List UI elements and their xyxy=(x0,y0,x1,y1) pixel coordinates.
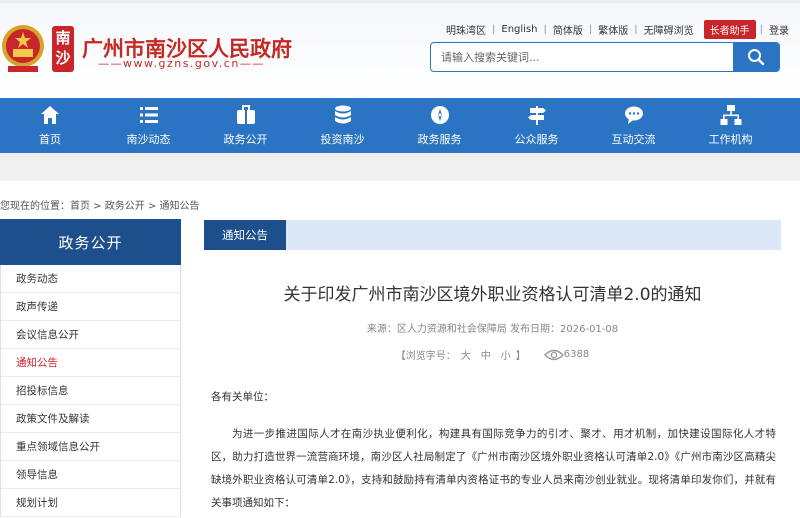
signpost-icon xyxy=(527,106,546,125)
site-url: ——www.gzns.gov.cn—— xyxy=(98,57,265,70)
font-size-small-button[interactable]: 小 xyxy=(501,347,511,362)
font-size-medium-button[interactable]: 中 xyxy=(481,347,491,362)
home-icon xyxy=(41,106,59,124)
article-meta: 来源：区人力资源和社会保障局 发布日期：2026-01-08 xyxy=(366,324,619,335)
nav-label: 工作机构 xyxy=(708,133,753,146)
database-icon xyxy=(334,105,351,124)
nav-nansha-news[interactable]: 南沙动态 xyxy=(100,98,197,153)
article-tools: 【浏览字号： 大 中 小 】 6388 xyxy=(204,347,781,362)
list-icon xyxy=(139,107,158,123)
compass-icon xyxy=(430,106,449,124)
nav-interaction[interactable]: 互动交流 xyxy=(585,98,682,153)
breadcrumb[interactable]: 您现在的位置：首页 > 政务公开 > 通知公告 xyxy=(0,197,199,212)
sidebar-item-policy-voice[interactable]: 政声传递 xyxy=(1,293,180,321)
national-emblem-icon[interactable] xyxy=(0,22,46,76)
link-traditional[interactable]: 繁体版 xyxy=(592,22,634,37)
sidebar-list: 政务动态 政声传递 会议信息公开 通知公告 招投标信息 政策文件及解读 重点领域… xyxy=(0,265,181,517)
nav-public-services[interactable]: 公众服务 xyxy=(488,98,585,153)
sidebar-title: 政务公开 xyxy=(0,219,181,265)
nav-gov-affairs[interactable]: 政务公开 xyxy=(197,98,294,153)
article-paragraph: 为进一步推进国际人才在南沙执业便利化，构建具有国际竞争力的引才、聚才、用才机制，… xyxy=(211,428,776,509)
sidebar-item-gov-news[interactable]: 政务动态 xyxy=(1,265,180,293)
top-links: 明珠湾区 | English | 简体版 | 繁体版 | 无障碍浏览 长者助手 … xyxy=(440,19,795,39)
link-mingzhu-bay[interactable]: 明珠湾区 xyxy=(440,22,492,37)
article-salutation: 各有关单位： xyxy=(211,391,274,403)
view-count-value: 6388 xyxy=(563,349,590,360)
link-simplified[interactable]: 简体版 xyxy=(547,22,589,37)
font-size-close: 】 xyxy=(515,351,526,362)
search-button[interactable] xyxy=(733,43,779,71)
search-box xyxy=(430,42,780,72)
main-nav: 首页 南沙动态 政务公开 投资南沙 政务服务 公众服务 互动交流 工作机构 xyxy=(0,98,800,153)
sidebar-item-plans[interactable]: 规划计划 xyxy=(1,489,180,517)
sidebar-item-meetings[interactable]: 会议信息公开 xyxy=(1,321,180,349)
content-tabbar: 通知公告 xyxy=(204,220,781,250)
nansha-seal-logo: 南沙 xyxy=(52,26,74,72)
briefcase-icon xyxy=(236,105,255,124)
link-english[interactable]: English xyxy=(495,24,543,35)
sidebar-item-leaders[interactable]: 领导信息 xyxy=(1,461,180,489)
font-size-large-button[interactable]: 大 xyxy=(461,347,471,362)
sidebar-item-bidding[interactable]: 招投标信息 xyxy=(1,377,180,405)
nav-label: 政务公开 xyxy=(223,133,268,146)
sidebar-item-key-areas[interactable]: 重点领域信息公开 xyxy=(1,433,180,461)
font-size-label: 【浏览字号： xyxy=(395,351,456,362)
search-input[interactable] xyxy=(431,43,733,71)
nav-label: 政务服务 xyxy=(417,133,462,146)
nav-agencies[interactable]: 工作机构 xyxy=(682,98,779,153)
top-line xyxy=(0,0,800,3)
nav-label: 公众服务 xyxy=(514,133,559,146)
sidebar-item-policy-docs[interactable]: 政策文件及解读 xyxy=(1,405,180,433)
nav-label: 投资南沙 xyxy=(320,133,365,146)
sidebar-item-notices[interactable]: 通知公告 xyxy=(1,349,180,377)
tab-notices[interactable]: 通知公告 xyxy=(204,220,286,250)
nav-invest[interactable]: 投资南沙 xyxy=(294,98,391,153)
view-count: 6388 xyxy=(543,349,590,361)
org-chart-icon xyxy=(720,105,741,125)
search-icon xyxy=(748,49,765,66)
nav-label: 互动交流 xyxy=(611,133,656,146)
eye-icon xyxy=(543,349,564,360)
sidebar: 政务公开 政务动态 政声传递 会议信息公开 通知公告 招投标信息 政策文件及解读… xyxy=(0,219,181,518)
site-header: 南沙 广州市南沙区人民政府 ——www.gzns.gov.cn—— 明珠湾区 |… xyxy=(0,0,800,98)
gray-band xyxy=(0,153,800,181)
nav-label: 首页 xyxy=(39,133,61,146)
nav-home[interactable]: 首页 xyxy=(0,98,100,153)
nav-gov-services[interactable]: 政务服务 xyxy=(391,98,488,153)
article-body: 各有关单位： 为进一步推进国际人才在南沙执业便利化，构建具有国际竞争力的引才、聚… xyxy=(211,386,776,515)
nav-label: 南沙动态 xyxy=(126,133,171,146)
link-accessibility[interactable]: 无障碍浏览 xyxy=(638,22,700,37)
chat-icon xyxy=(624,106,643,124)
article-title: 关于印发广州市南沙区境外职业资格认可清单2.0的通知 xyxy=(283,285,702,305)
link-login[interactable]: 登录 xyxy=(763,22,795,37)
elder-assistant-button[interactable]: 长者助手 xyxy=(703,19,756,39)
